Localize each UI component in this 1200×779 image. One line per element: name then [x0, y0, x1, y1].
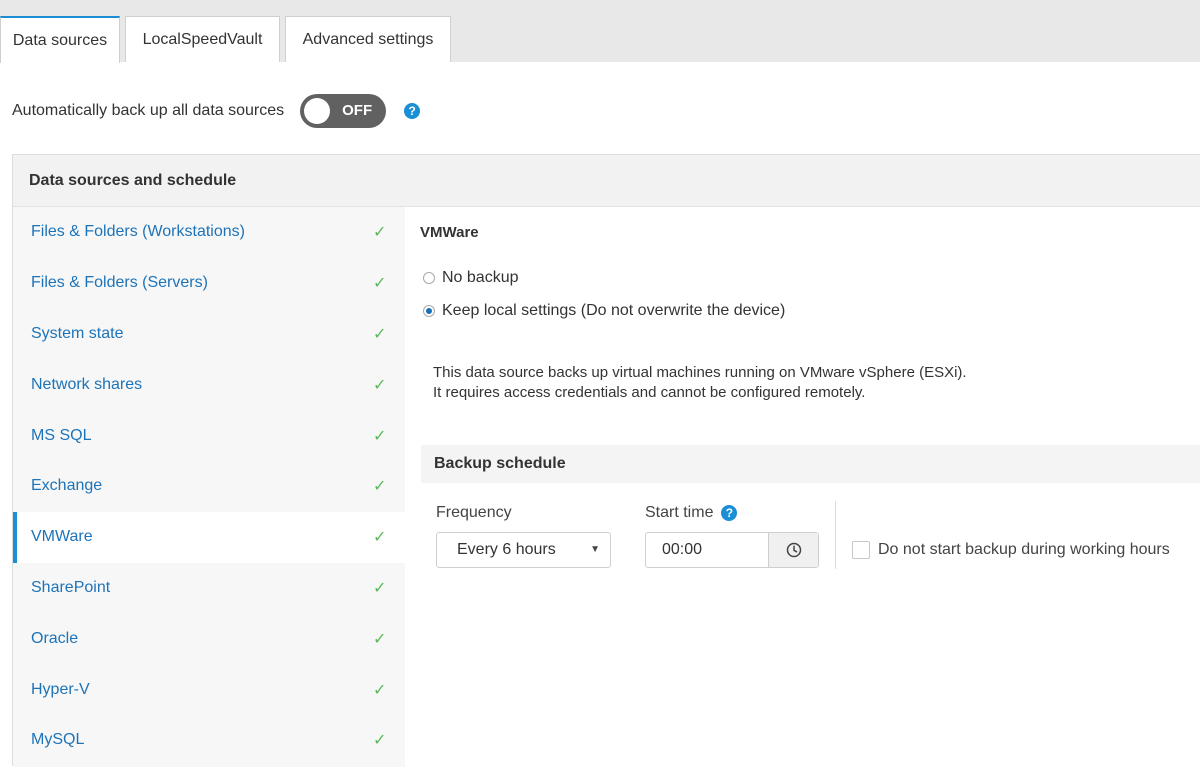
sidebar-item-files-workstations[interactable]: Files & Folders (Workstations) ✓	[13, 207, 405, 258]
toggle-state-text: OFF	[342, 102, 373, 119]
time-picker-button[interactable]	[768, 533, 818, 567]
check-icon: ✓	[373, 275, 387, 293]
sidebar-item-label: Exchange	[31, 477, 103, 495]
data-source-description: This data source backs up virtual machin…	[433, 363, 967, 403]
check-icon: ✓	[373, 579, 387, 597]
start-time-label-row: Start time ?	[645, 504, 738, 522]
help-icon[interactable]: ?	[404, 103, 421, 119]
sidebar-item-label: SharePoint	[31, 578, 111, 596]
working-hours-label: Do not start backup during working hours	[878, 541, 1170, 558]
sidebar-item-sharepoint[interactable]: SharePoint ✓	[13, 563, 405, 614]
keep-local-settings-option[interactable]: Keep local settings (Do not overwrite th…	[423, 302, 785, 320]
check-icon: ✓	[373, 427, 387, 445]
check-icon: ✓	[373, 325, 387, 343]
schedule-divider	[835, 501, 836, 569]
auto-backup-row: Automatically back up all data sources O…	[12, 94, 421, 128]
sidebar-item-label: VMWare	[31, 528, 93, 546]
panel-header: Data sources and schedule	[13, 155, 1200, 207]
auto-backup-label: Automatically back up all data sources	[12, 102, 285, 119]
sidebar-item-network-shares[interactable]: Network shares ✓	[13, 359, 405, 410]
frequency-label: Frequency	[436, 504, 512, 521]
tab-bar: Data sources LocalSpeedVault Advanced se…	[0, 0, 1200, 63]
backup-schedule-header: Backup schedule	[421, 445, 1200, 483]
caret-down-icon: ▼	[590, 544, 600, 555]
sidebar-item-hyper-v[interactable]: Hyper-V ✓	[13, 664, 405, 715]
tab-data-sources-label: Data sources	[12, 31, 108, 49]
frequency-value: Every 6 hours	[457, 541, 556, 558]
sidebar-item-label: Files & Folders (Workstations)	[31, 223, 245, 241]
check-icon: ✓	[373, 630, 387, 648]
tab-localspeedvault-label: LocalSpeedVault	[142, 30, 263, 48]
sidebar-item-exchange[interactable]: Exchange ✓	[13, 461, 405, 512]
data-sources-panel: Data sources and schedule Files & Folder…	[12, 154, 1200, 767]
sidebar-item-system-state[interactable]: System state ✓	[13, 309, 405, 360]
sidebar-item-oracle[interactable]: Oracle ✓	[13, 613, 405, 664]
check-icon: ✓	[373, 376, 387, 394]
sidebar-item-files-servers[interactable]: Files & Folders (Servers) ✓	[13, 258, 405, 309]
keep-local-settings-radio[interactable]	[423, 305, 435, 317]
sidebar-item-label: MS SQL	[31, 426, 92, 444]
detail-title: VMWare	[420, 224, 479, 241]
description-line-1: This data source backs up virtual machin…	[433, 364, 967, 381]
sidebar-item-label: Files & Folders (Servers)	[31, 274, 208, 292]
tab-advanced-settings[interactable]: Advanced settings	[285, 16, 451, 62]
start-time-label: Start time	[645, 504, 714, 521]
clock-icon	[786, 542, 801, 558]
check-icon: ✓	[373, 478, 387, 496]
working-hours-option[interactable]: Do not start backup during working hours	[852, 541, 1170, 559]
sidebar-item-label: Network shares	[31, 375, 143, 393]
tab-data-sources[interactable]: Data sources	[0, 16, 120, 63]
check-icon: ✓	[373, 732, 387, 750]
check-icon: ✓	[373, 224, 387, 242]
check-icon: ✓	[373, 681, 387, 699]
working-hours-checkbox[interactable]	[852, 541, 870, 559]
check-icon: ✓	[373, 529, 387, 547]
start-time-input[interactable]	[646, 533, 770, 567]
keep-local-settings-label: Keep local settings (Do not overwrite th…	[442, 302, 786, 319]
sidebar-item-label: System state	[31, 324, 124, 342]
sidebar-item-label: MySQL	[31, 731, 85, 749]
sidebar-item-ms-sql[interactable]: MS SQL ✓	[13, 410, 405, 461]
description-line-2: It requires access credentials and canno…	[433, 384, 866, 401]
toggle-knob	[304, 98, 331, 124]
tab-localspeedvault[interactable]: LocalSpeedVault	[125, 16, 280, 62]
tab-advanced-settings-label: Advanced settings	[302, 30, 434, 48]
auto-backup-toggle[interactable]: OFF	[300, 94, 387, 128]
start-time-help-icon[interactable]: ?	[721, 505, 738, 521]
start-time-field	[645, 532, 819, 568]
no-backup-radio[interactable]	[423, 272, 435, 284]
sidebar-item-label: Hyper-V	[31, 680, 90, 698]
data-source-detail: VMWare No backup Keep local settings (Do…	[405, 207, 1200, 767]
no-backup-label: No backup	[442, 269, 519, 286]
sidebar-item-label: Oracle	[31, 629, 79, 647]
frequency-select[interactable]: Every 6 hours ▼	[436, 532, 611, 568]
sidebar-item-mysql[interactable]: MySQL ✓	[13, 715, 405, 766]
data-source-list: Files & Folders (Workstations) ✓ Files &…	[13, 207, 405, 767]
sidebar-item-vmware[interactable]: VMWare ✓	[13, 511, 405, 563]
no-backup-option[interactable]: No backup	[423, 269, 519, 287]
